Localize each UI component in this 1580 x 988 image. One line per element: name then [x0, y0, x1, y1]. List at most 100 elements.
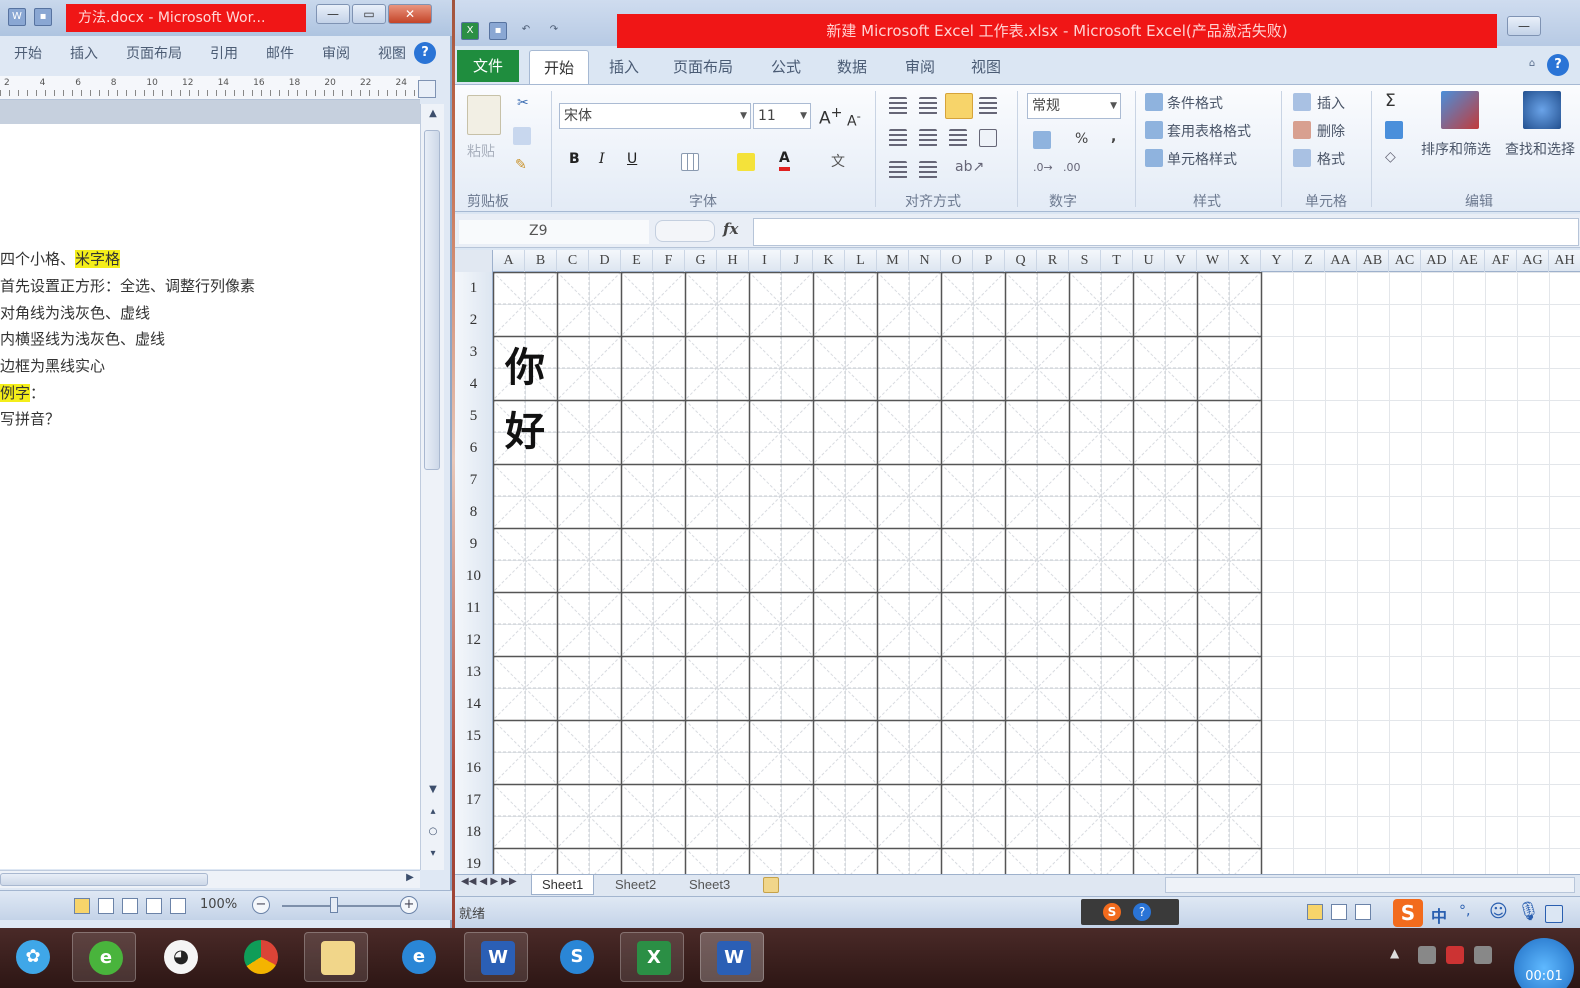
formula-input[interactable]	[753, 218, 1579, 246]
insert-function-button[interactable]: fx	[723, 220, 738, 238]
taskbar-app-cloud[interactable]: ✿	[0, 932, 64, 982]
column-header[interactable]: O	[941, 250, 973, 272]
show-hidden-icons[interactable]: ▲	[1390, 946, 1399, 960]
column-header[interactable]: R	[1037, 250, 1069, 272]
column-header[interactable]: E	[621, 250, 653, 272]
format-cells-icon[interactable]	[1293, 149, 1311, 167]
taskbar-app-excel[interactable]: X	[620, 932, 684, 982]
column-header[interactable]: AA	[1325, 250, 1357, 272]
column-header[interactable]: A	[493, 250, 525, 272]
tab-view[interactable]: 视图	[971, 56, 1001, 77]
column-header[interactable]: B	[525, 250, 557, 272]
punctuation-icon[interactable]: °,	[1459, 903, 1470, 919]
row-header[interactable]: 5	[455, 400, 493, 432]
column-header[interactable]: N	[909, 250, 941, 272]
taskbar-app-word-1[interactable]: W	[464, 932, 528, 982]
outline-icon[interactable]	[146, 898, 162, 914]
character-cell[interactable]: 你	[493, 336, 557, 400]
sheet-tab-2[interactable]: Sheet2	[605, 875, 666, 895]
zoom-out-button[interactable]: −	[252, 896, 270, 914]
sheet-tab-3[interactable]: Sheet3	[679, 875, 740, 895]
taskbar-app-browser[interactable]: e	[72, 932, 136, 982]
sogou-icon[interactable]: S	[1103, 903, 1121, 921]
align-top-icon[interactable]	[889, 97, 907, 115]
column-header[interactable]: L	[845, 250, 877, 272]
font-size-select[interactable]: 11 ▼	[753, 103, 811, 129]
browse-object-icon[interactable]: ○	[425, 826, 441, 837]
bold-button[interactable]: B	[569, 151, 580, 167]
borders-icon[interactable]	[681, 153, 699, 171]
tray-icon-flag[interactable]	[1446, 946, 1464, 964]
taskbar-app-word-2[interactable]: W	[700, 932, 764, 982]
undo-icon[interactable]: ↶	[517, 22, 535, 40]
row-header[interactable]: 2	[455, 304, 493, 336]
file-tab[interactable]: 文件	[457, 50, 519, 82]
word-tab-references[interactable]: 引用	[196, 43, 252, 63]
ruler-toggle-button[interactable]	[418, 80, 436, 98]
column-header[interactable]: AC	[1389, 250, 1421, 272]
sheet-nav-icon[interactable]: ◀◀ ◀ ▶ ▶▶	[461, 876, 517, 887]
scroll-thumb[interactable]	[424, 130, 440, 470]
column-header[interactable]: M	[877, 250, 909, 272]
delete-cells-icon[interactable]	[1293, 121, 1311, 139]
zoom-in-button[interactable]: +	[400, 896, 418, 914]
row-header[interactable]: 6	[455, 432, 493, 464]
row-header[interactable]: 16	[455, 752, 493, 784]
row-header[interactable]: 3	[455, 336, 493, 368]
help-icon[interactable]: ?	[414, 42, 436, 64]
tab-home[interactable]: 开始	[529, 50, 590, 84]
increase-decimal-icon[interactable]: .0→	[1033, 161, 1053, 174]
align-left-icon[interactable]	[889, 129, 907, 147]
row-header[interactable]: 11	[455, 592, 493, 624]
word-horizontal-scrollbar[interactable]: ▶	[0, 870, 420, 888]
worksheet-grid[interactable]: A B C D E F G H I J K L M N O P Q R S T U V W X Y Z AA AB AC AD AE AF AG…	[455, 250, 1580, 874]
insert-cells-icon[interactable]	[1293, 93, 1311, 111]
cell-style-icon[interactable]	[1145, 149, 1163, 167]
taskbar-app-explorer[interactable]	[304, 932, 368, 982]
accounting-format-icon[interactable]	[1033, 131, 1051, 149]
column-header[interactable]: S	[1069, 250, 1101, 272]
row-header[interactable]: 7	[455, 464, 493, 496]
clear-icon[interactable]: ◇	[1385, 149, 1396, 165]
column-header[interactable]: T	[1101, 250, 1133, 272]
next-page-icon[interactable]: ▾	[425, 848, 441, 859]
scroll-right-icon[interactable]: ▶	[402, 872, 418, 883]
tab-review[interactable]: 审阅	[905, 56, 935, 77]
number-format-select[interactable]: 常规 ▼	[1027, 93, 1121, 119]
decrease-decimal-icon[interactable]: .00	[1063, 161, 1081, 174]
row-header[interactable]: 4	[455, 368, 493, 400]
page-layout-view-icon[interactable]	[1331, 904, 1347, 920]
format-painter-icon[interactable]: ✎	[515, 157, 527, 173]
ribbon-collapse-icon[interactable]: ▽	[394, 46, 408, 60]
zoom-slider-knob[interactable]	[330, 897, 338, 913]
normal-view-icon[interactable]	[1307, 904, 1323, 920]
microphone-icon[interactable]: 🎙	[1517, 901, 1540, 922]
decrease-font-icon[interactable]: A-	[847, 109, 861, 130]
taskbar-app-sogou[interactable]: S	[544, 932, 608, 982]
row-header[interactable]: 10	[455, 560, 493, 592]
align-middle-icon[interactable]	[919, 97, 937, 115]
web-layout-icon[interactable]	[122, 898, 138, 914]
row-header[interactable]: 1	[455, 272, 493, 304]
column-header[interactable]: Z	[1293, 250, 1325, 272]
column-header[interactable]: I	[749, 250, 781, 272]
word-tab-home[interactable]: 开始	[0, 43, 56, 63]
column-header[interactable]: K	[813, 250, 845, 272]
paste-button[interactable]: 粘贴	[467, 141, 495, 161]
sort-filter-button[interactable]: 排序和筛选	[1421, 139, 1491, 159]
orientation-icon[interactable]: ab↗	[955, 159, 984, 175]
tab-formulas[interactable]: 公式	[771, 56, 801, 77]
taskbar-app-ie[interactable]: e	[386, 932, 450, 982]
fill-color-icon[interactable]	[737, 153, 755, 171]
cell-style-button[interactable]: 单元格样式	[1167, 149, 1237, 169]
insert-cells-button[interactable]: 插入	[1317, 93, 1345, 113]
page-break-view-icon[interactable]	[1355, 904, 1371, 920]
keyboard-icon[interactable]	[1545, 905, 1563, 923]
column-header[interactable]: P	[973, 250, 1005, 272]
column-header[interactable]: AE	[1453, 250, 1485, 272]
word-tab-mailings[interactable]: 邮件	[252, 43, 308, 63]
column-header[interactable]: Q	[1005, 250, 1037, 272]
tray-icon-user[interactable]	[1418, 946, 1436, 964]
tab-page-layout[interactable]: 页面布局	[673, 56, 733, 77]
conditional-format-button[interactable]: 条件格式	[1167, 93, 1223, 113]
